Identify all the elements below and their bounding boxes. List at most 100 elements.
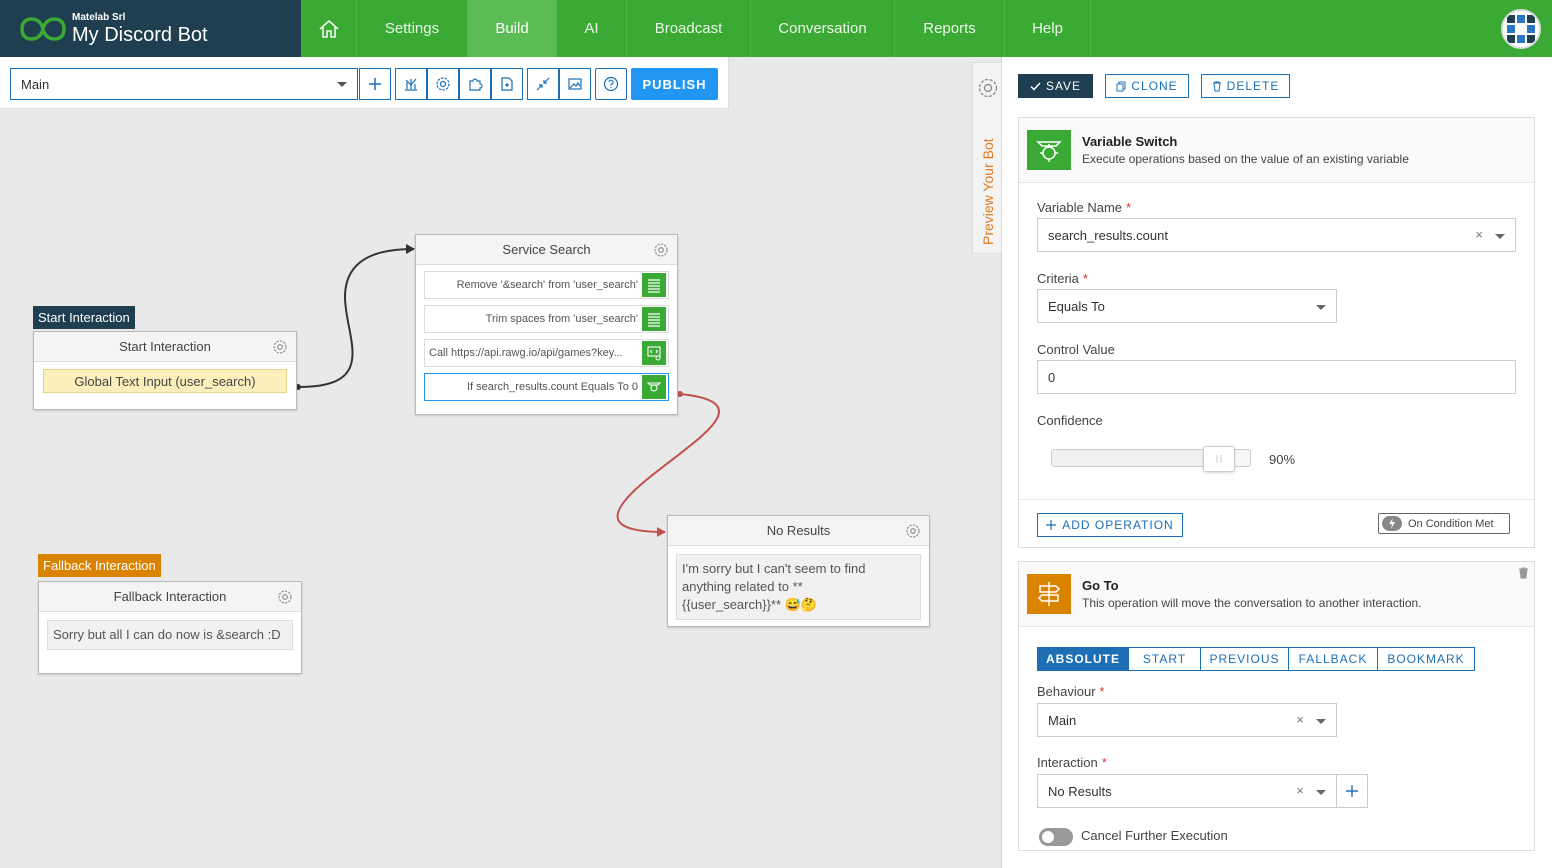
operation-panel: SAVE CLONE DELETE Variable Switch Execut… <box>1003 57 1552 868</box>
operation-trim-spaces[interactable]: Trim spaces from 'user_search' <box>424 305 669 333</box>
card-title: Go To <box>1082 578 1119 593</box>
cancel-execution-label: Cancel Further Execution <box>1081 828 1228 843</box>
clear-icon[interactable]: × <box>1296 712 1304 727</box>
avatar-pattern-icon <box>1507 15 1535 43</box>
preview-tab[interactable]: Preview Your Bot <box>972 62 1002 254</box>
operation-label: Trim spaces from 'user_search' <box>485 313 638 325</box>
home-icon <box>318 19 339 38</box>
arrow-head-noresults <box>657 527 666 537</box>
save-button[interactable]: SAVE <box>1018 74 1093 98</box>
gear-icon[interactable] <box>977 77 999 99</box>
clear-icon[interactable]: × <box>1296 783 1304 798</box>
behaviour-select[interactable]: Main × <box>1037 703 1337 737</box>
flow-connections <box>295 244 720 537</box>
tab-bookmark[interactable]: BOOKMARK <box>1378 648 1474 670</box>
nav-ai[interactable]: AI <box>557 0 627 57</box>
gear-icon[interactable] <box>905 523 921 539</box>
divider <box>1019 499 1534 500</box>
gear-icon[interactable] <box>653 242 669 258</box>
message-text[interactable]: I'm sorry but I can't seem to find anyth… <box>676 554 921 620</box>
top-navigation-bar: Matelab Srl My Discord Bot Settings Buil… <box>0 0 1552 57</box>
condition-badge[interactable]: On Condition Met <box>1378 513 1510 534</box>
check-icon <box>1030 81 1041 91</box>
message-line: I'm sorry but I can't seem to find <box>682 561 866 576</box>
brand[interactable]: Matelab Srl My Discord Bot <box>0 0 301 57</box>
trash-icon <box>1212 81 1221 91</box>
interaction-select[interactable]: No Results × <box>1037 774 1337 808</box>
slider-handle[interactable] <box>1203 446 1235 472</box>
criteria-select[interactable]: Equals To <box>1037 289 1337 323</box>
message-text[interactable]: Sorry but all I can do now is &search :D <box>47 620 293 650</box>
tab-absolute[interactable]: ABSOLUTE <box>1038 648 1129 670</box>
signpost-icon <box>1027 574 1071 614</box>
copy-icon <box>1116 81 1126 91</box>
add-operation-button[interactable]: ADD OPERATION <box>1037 513 1183 537</box>
add-interaction-button[interactable] <box>1336 774 1368 808</box>
criteria-label: Criteria * <box>1037 271 1088 286</box>
operation-variable-switch[interactable]: If search_results.count Equals To 0 <box>424 373 669 401</box>
operation-label: If search_results.count Equals To 0 <box>466 381 638 393</box>
chevron-down-icon <box>1316 719 1326 724</box>
tab-fallback[interactable]: FALLBACK <box>1289 648 1378 670</box>
plus-icon <box>1346 785 1358 797</box>
service-search-node[interactable]: Service Search Remove '&search' from 'us… <box>415 234 678 415</box>
user-avatar[interactable] <box>1501 9 1541 49</box>
interaction-label: Interaction * <box>1037 755 1107 770</box>
clear-icon[interactable]: × <box>1475 227 1483 242</box>
chevron-down-icon <box>1316 305 1326 310</box>
interaction-value: No Results <box>1048 784 1112 799</box>
gear-icon[interactable] <box>277 589 293 605</box>
chevron-down-icon <box>1495 234 1505 239</box>
variable-switch-card: Variable Switch Execute operations based… <box>1018 117 1535 548</box>
chevron-down-icon <box>1316 790 1326 795</box>
card-subtitle: This operation will move the conversatio… <box>1082 596 1422 610</box>
global-text-input-trigger[interactable]: Global Text Input (user_search) <box>43 369 287 393</box>
nav-help[interactable]: Help <box>1005 0 1091 57</box>
operation-label: Remove '&search' from 'user_search' <box>456 279 638 291</box>
nav-settings[interactable]: Settings <box>357 0 468 57</box>
bolt-icon <box>1382 516 1402 531</box>
operation-api-call[interactable]: Call https://api.rawg.io/api/games?key..… <box>424 339 669 367</box>
clone-button[interactable]: CLONE <box>1105 74 1189 98</box>
flow-canvas[interactable]: Main PUBLISH Start Interaction Start Int… <box>0 57 1002 868</box>
preview-your-bot-label[interactable]: Preview Your Bot <box>979 125 997 245</box>
switch-icon <box>642 375 666 399</box>
confidence-slider[interactable] <box>1051 446 1251 472</box>
nav-build[interactable]: Build <box>468 0 557 57</box>
tab-start[interactable]: START <box>1129 648 1201 670</box>
variable-name-select[interactable]: search_results.count × <box>1037 218 1516 252</box>
fallback-interaction-node[interactable]: Fallback Interaction Sorry but all I can… <box>38 581 302 674</box>
switch-icon <box>1027 130 1071 170</box>
goto-mode-tabs: ABSOLUTE START PREVIOUS FALLBACK BOOKMAR… <box>1037 647 1475 671</box>
node-title: Fallback Interaction <box>113 589 227 604</box>
variable-name-label: Variable Name * <box>1037 200 1132 215</box>
no-results-node[interactable]: No Results I'm sorry but I can't seem to… <box>667 515 930 627</box>
home-button[interactable] <box>301 0 357 57</box>
start-interaction-tag: Start Interaction <box>33 306 135 329</box>
operation-label: Call https://api.rawg.io/api/games?key..… <box>429 347 623 359</box>
emoji: 😅🤔 <box>784 597 818 612</box>
trash-icon[interactable] <box>1518 567 1529 579</box>
nav-conversation[interactable]: Conversation <box>751 0 895 57</box>
message-line: {{user_search}}** <box>682 597 782 612</box>
nav-broadcast[interactable]: Broadcast <box>627 0 751 57</box>
infinity-logo-icon <box>20 16 66 41</box>
gear-icon[interactable] <box>272 339 288 355</box>
control-value: 0 <box>1048 370 1056 385</box>
operation-remove-search[interactable]: Remove '&search' from 'user_search' <box>424 271 669 299</box>
control-value-input[interactable]: 0 <box>1037 360 1516 394</box>
confidence-label: Confidence <box>1037 413 1103 428</box>
cancel-execution-toggle[interactable] <box>1039 828 1073 846</box>
delete-button[interactable]: DELETE <box>1201 74 1290 98</box>
nav-reports[interactable]: Reports <box>895 0 1005 57</box>
company-name: Matelab Srl <box>72 11 126 23</box>
start-interaction-node[interactable]: Start Interaction Global Text Input (use… <box>33 331 297 410</box>
connection-start-to-service <box>298 248 415 388</box>
card-title: Variable Switch <box>1082 134 1178 149</box>
code-icon <box>642 341 666 365</box>
tab-previous[interactable]: PREVIOUS <box>1201 648 1289 670</box>
variable-name-value: search_results.count <box>1048 228 1168 243</box>
fallback-interaction-tag: Fallback Interaction <box>38 554 161 577</box>
plus-icon <box>1046 520 1057 530</box>
main-nav: Settings Build AI Broadcast Conversation… <box>301 0 1091 57</box>
